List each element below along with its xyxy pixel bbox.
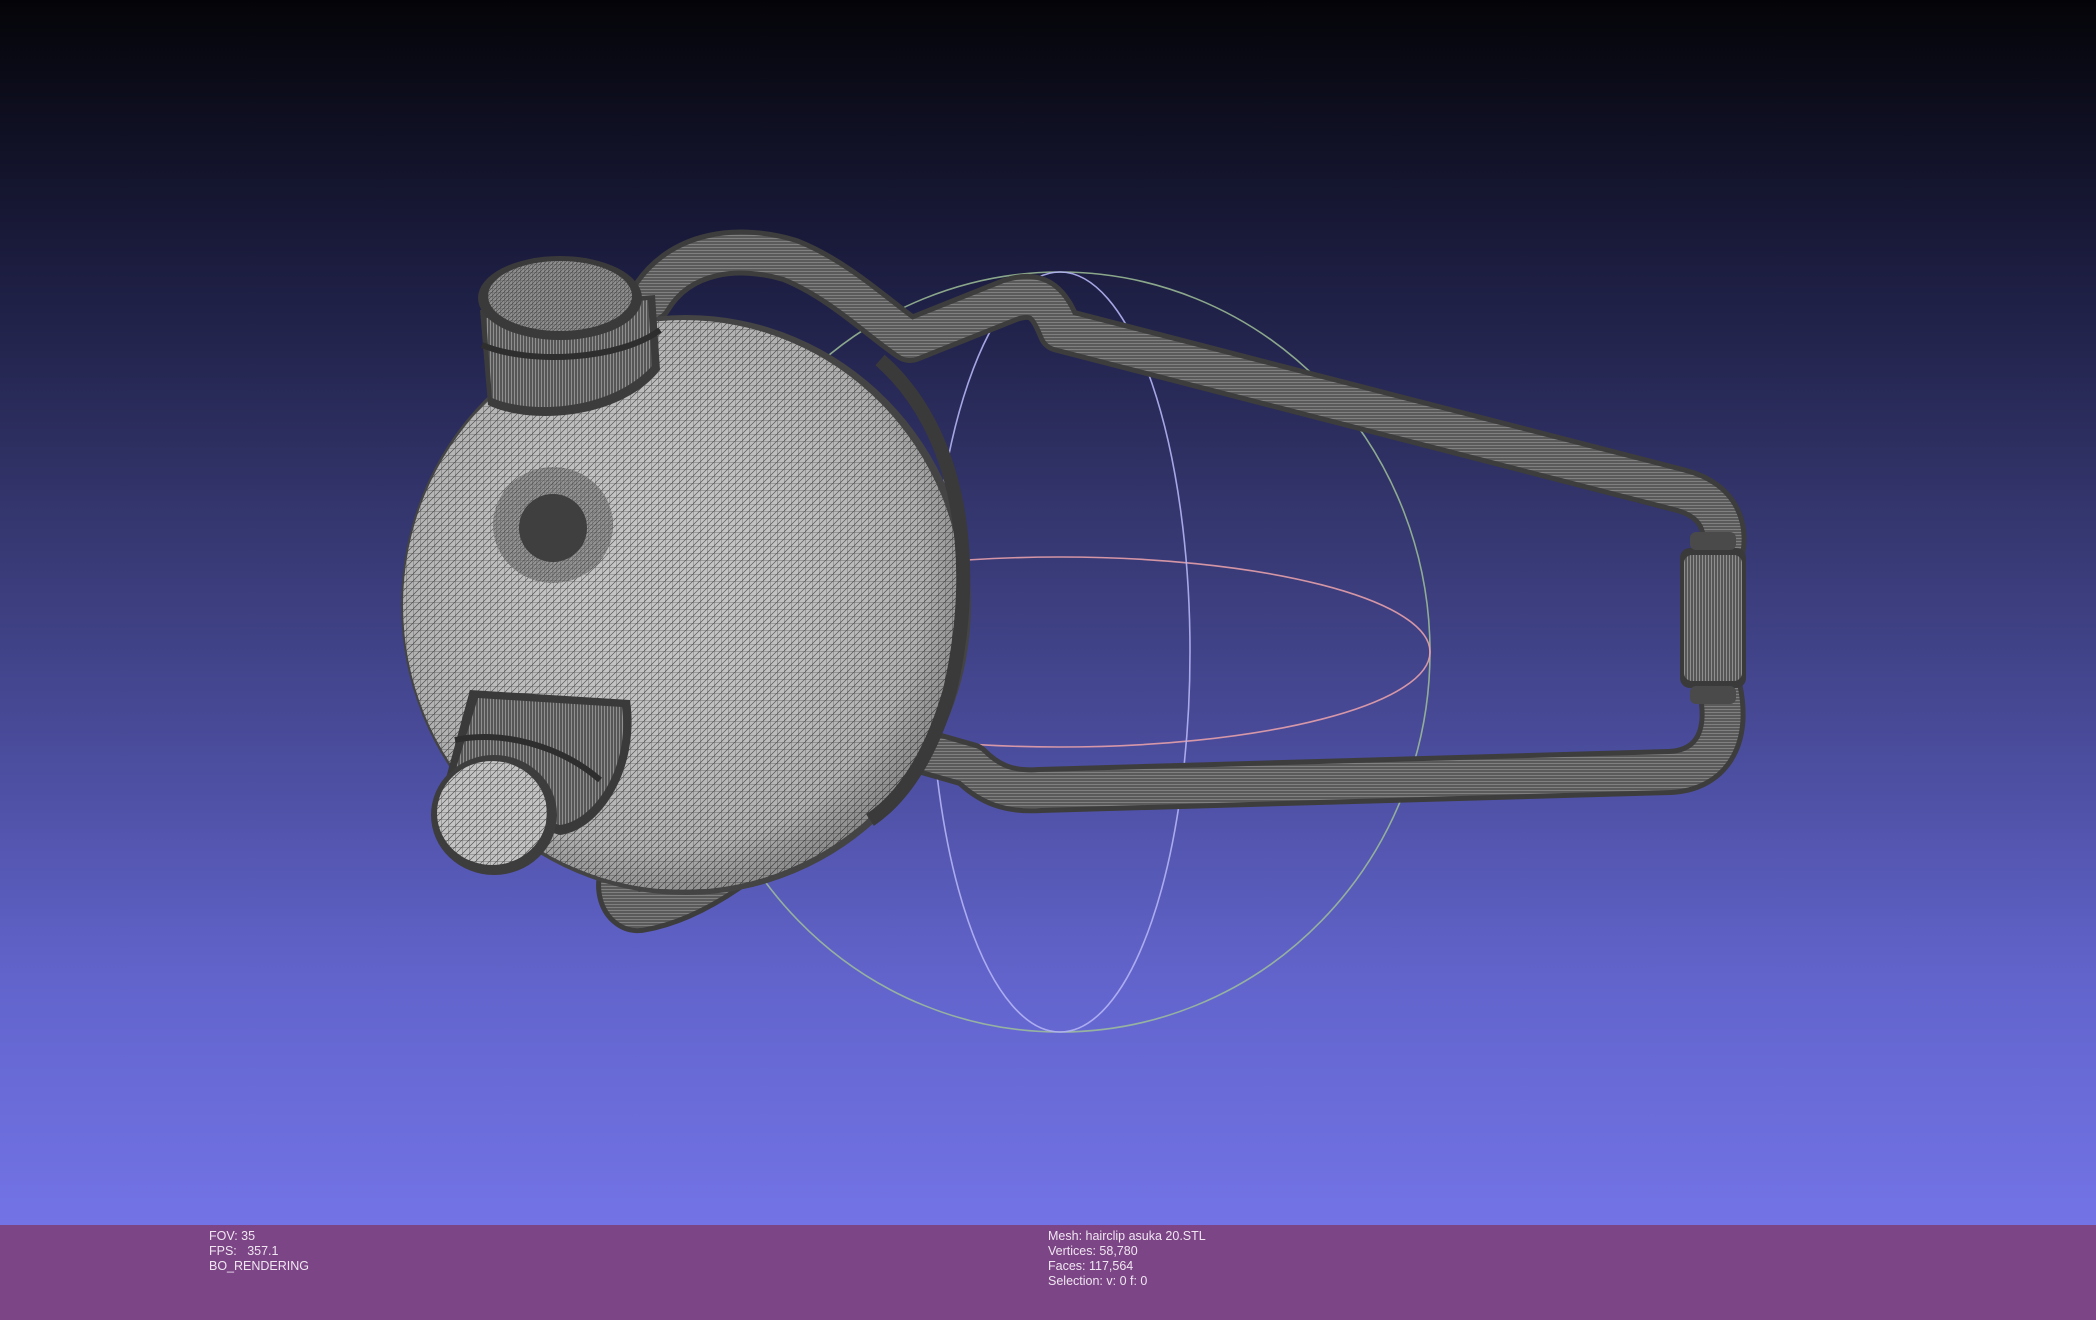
3d-viewport[interactable] <box>0 0 2096 1225</box>
fov-readout: FOV: 35 <box>209 1229 256 1243</box>
faces-readout: Faces: 117,564 <box>1048 1259 1134 1273</box>
render-info: FOV: 35 FPS: 357.1 BO_RENDERING <box>209 1229 309 1274</box>
fps-readout: FPS: 357.1 <box>209 1244 279 1258</box>
selection-readout: Selection: v: 0 f: 0 <box>1048 1274 1148 1288</box>
mesh-render <box>401 229 1747 1033</box>
render-mode-readout: BO_RENDERING <box>209 1259 310 1273</box>
status-bar: FOV: 35 FPS: 357.1 BO_RENDERING Mesh: ha… <box>0 1225 2096 1320</box>
mesh-name-readout: Mesh: hairclip asuka 20.STL <box>1048 1229 1206 1243</box>
vertices-readout: Vertices: 58,780 <box>1048 1244 1138 1258</box>
top-knob <box>478 256 662 416</box>
mesh-info: Mesh: hairclip asuka 20.STL Vertices: 58… <box>1048 1229 1206 1289</box>
